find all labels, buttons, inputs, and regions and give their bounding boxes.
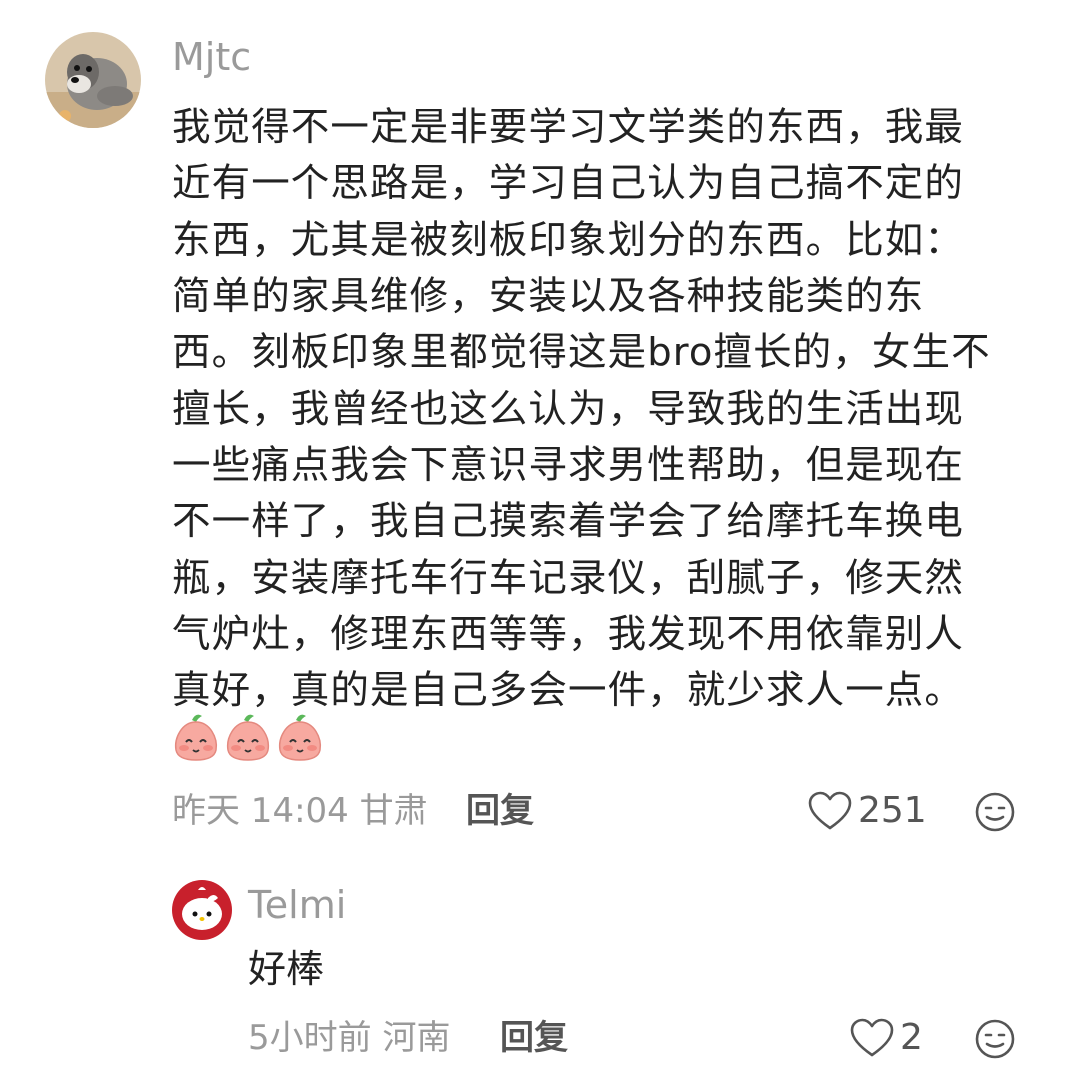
heart-outline-icon bbox=[808, 791, 852, 830]
like-count: 251 bbox=[858, 790, 927, 831]
comment-text-line: 气炉灶，修理东西等等，我发现不用依靠别人 bbox=[172, 612, 965, 657]
reply-time: 5小时前 bbox=[248, 1018, 372, 1058]
reply-text: 好棒 bbox=[248, 947, 325, 991]
comment-time: 昨天 14:04 bbox=[172, 791, 349, 831]
avatar[interactable] bbox=[45, 32, 141, 128]
reply-meta: 5小时前 河南 bbox=[248, 1016, 450, 1060]
peach-emoji-icon bbox=[278, 714, 322, 761]
comment-text-line: 简单的家具维修，安装以及各种技能类的东 bbox=[172, 274, 925, 319]
reply-like-count: 2 bbox=[900, 1017, 923, 1058]
reply-location: 河南 bbox=[382, 1018, 451, 1058]
smiley-face-icon[interactable] bbox=[974, 791, 1016, 833]
comment-text-line: 擅长，我曾经也这么认为，导致我的生活出现 bbox=[172, 387, 965, 432]
comment-text-line: 西。刻板印象里都觉得这是bro擅长的，女生不 bbox=[172, 330, 991, 375]
emoji-row bbox=[172, 712, 324, 762]
comment-location: 甘肃 bbox=[359, 791, 428, 831]
comment-text-line: 瓶，安装摩托车行车记录仪，刮腻子，修天然 bbox=[172, 556, 965, 601]
comment-text-line: 我觉得不一定是非要学习文学类的东西，我最 bbox=[172, 105, 965, 150]
comment-meta: 昨天 14:04 甘肃 bbox=[172, 789, 428, 833]
smiley-face-icon[interactable] bbox=[974, 1018, 1016, 1060]
reply-avatar[interactable] bbox=[172, 880, 232, 940]
reply-reply-button[interactable]: 回复 bbox=[500, 1016, 568, 1060]
comment-text-line: 一些痛点我会下意识寻求男性帮助，但是现在 bbox=[172, 443, 965, 488]
reply-button[interactable]: 回复 bbox=[466, 789, 534, 833]
heart-outline-icon bbox=[850, 1018, 894, 1057]
comment-username[interactable]: Mjtc bbox=[172, 34, 251, 80]
comment-text-line: 近有一个思路是，学习自己认为自己搞不定的 bbox=[172, 161, 965, 206]
comment-text-line: 不一样了，我自己摸索着学会了给摩托车换电 bbox=[172, 499, 965, 544]
like-button[interactable]: 251 bbox=[808, 789, 927, 833]
reply-like-button[interactable]: 2 bbox=[850, 1016, 923, 1060]
comment-text-line: 东西，尤其是被刻板印象划分的东西。比如： bbox=[172, 218, 965, 263]
peach-emoji-icon bbox=[174, 714, 218, 761]
reply-username[interactable]: Telmi bbox=[248, 882, 346, 928]
peach-emoji-icon bbox=[226, 714, 270, 761]
